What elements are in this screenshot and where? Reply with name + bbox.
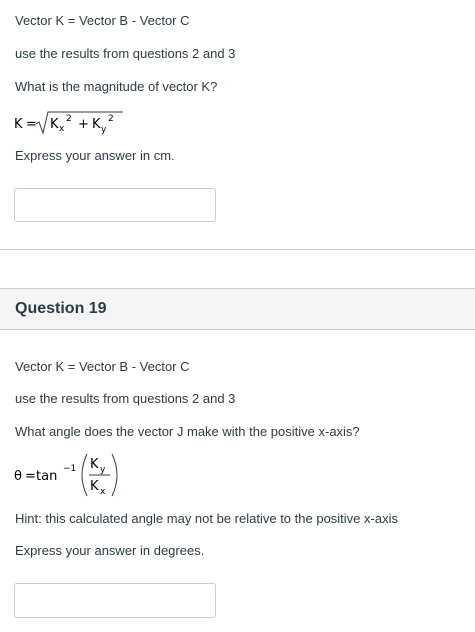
q18-reference-note: use the results from questions 2 and 3 (15, 46, 236, 61)
formula-k1: K (50, 117, 59, 132)
formula-equals: = (26, 117, 37, 132)
q19-prompt: What angle does the vector J make with t… (15, 424, 360, 439)
q19-answer-input[interactable] (14, 583, 216, 618)
q19-reference-note: use the results from questions 2 and 3 (15, 391, 236, 406)
fraction-den-k: K (90, 479, 99, 494)
left-paren (81, 453, 88, 497)
formula-sub-y: y (101, 125, 107, 135)
q19-angle-formula: θ = tan −1 K y K x (14, 453, 118, 497)
q18-magnitude-formula: K = K x 2 + K y 2 (14, 111, 123, 135)
formula-lhs: K (14, 117, 23, 132)
formula-k2: K (92, 117, 101, 132)
q18-answer-input[interactable] (14, 188, 216, 222)
question-19-header: Question 19 (0, 288, 475, 330)
formula-sup-2a: 2 (66, 114, 72, 124)
q18-units-instruction: Express your answer in cm. (15, 148, 175, 163)
formula-sup-2b: 2 (108, 114, 114, 124)
fraction-num-k: K (90, 457, 99, 472)
q19-vector-definition: Vector K = Vector B - Vector C (15, 359, 190, 374)
question-divider (0, 249, 475, 250)
formula-equals: = (25, 469, 36, 484)
formula-tan: tan (36, 469, 57, 484)
fraction-num-y: y (100, 465, 106, 475)
formula-plus: + (78, 117, 89, 132)
question-title: Question 19 (15, 300, 107, 317)
q19-units-instruction: Express your answer in degrees. (15, 543, 205, 558)
fraction-den-x: x (100, 487, 106, 497)
right-paren (111, 453, 118, 497)
formula-theta: θ (14, 469, 22, 484)
formula-sub-x: x (59, 124, 65, 134)
q19-hint: Hint: this calculated angle may not be r… (15, 511, 398, 526)
q18-prompt: What is the magnitude of vector K? (15, 79, 218, 94)
formula-inverse: −1 (63, 464, 76, 474)
q18-vector-definition: Vector K = Vector B - Vector C (15, 13, 190, 28)
